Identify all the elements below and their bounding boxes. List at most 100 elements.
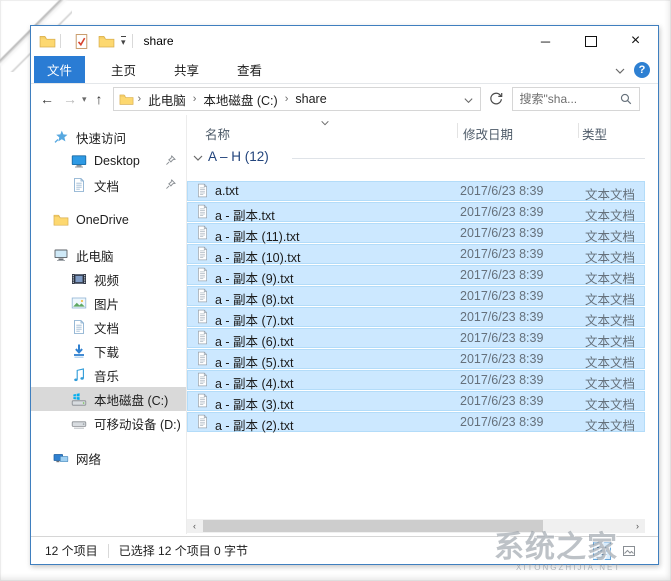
tab-文件[interactable]: 文件: [34, 56, 86, 83]
network-icon: [53, 450, 69, 466]
details-view-button[interactable]: [593, 542, 611, 560]
disk-icon: [71, 415, 87, 431]
file-modified-date: 2017/6/23 8:39: [460, 352, 544, 366]
file-row[interactable]: a - 副本 (5).txt 2017/6/23 8:39 文本文档: [187, 349, 645, 370]
sidebar-item-label: 视频: [94, 273, 120, 288]
ribbon-tabbar: 文件 主页 共享 查看 ?: [31, 56, 658, 84]
search-icon: [619, 92, 633, 106]
breadcrumb-item[interactable]: 本地磁盘 (C:): [200, 90, 280, 109]
horizontal-scrollbar[interactable]: ‹ ›: [187, 519, 645, 533]
text-file-icon: [195, 414, 210, 429]
search-box[interactable]: [511, 87, 640, 111]
sidebar-item-视频[interactable]: 视频: [31, 267, 186, 291]
text-file-icon: [195, 225, 210, 240]
sidebar-item-文档[interactable]: 文档: [31, 173, 186, 197]
sidebar-item-label: 此电脑: [76, 249, 114, 264]
sidebar-item-label: 图片: [94, 297, 120, 312]
group-collapse-chevron-icon[interactable]: [192, 151, 204, 163]
forward-button[interactable]: →: [63, 91, 77, 107]
sort-indicator-icon: [319, 117, 331, 127]
file-row[interactable]: a - 副本 (11).txt 2017/6/23 8:39 文本文档: [187, 223, 645, 244]
file-name: a - 副本 (4).txt: [215, 377, 294, 391]
sidebar-item-可移动设备 (D:)[interactable]: 可移动设备 (D:): [31, 411, 186, 435]
main-area: 快速访问 Desktop 文档 OneDrive 此电脑 视频 图片 文档 下载 音乐 本地磁盘 (…: [31, 115, 658, 534]
file-name: a - 副本 (6).txt: [215, 335, 294, 349]
file-modified-date: 2017/6/23 8:39: [460, 205, 544, 219]
file-name: a - 副本 (3).txt: [215, 398, 294, 412]
file-type: 文本文档: [585, 188, 636, 202]
picture-icon: [71, 295, 87, 311]
qat-new-folder-icon[interactable]: [98, 33, 115, 50]
address-dropdown-icon[interactable]: [463, 93, 474, 104]
minimize-button[interactable]: ─: [523, 26, 568, 56]
sidebar-item-此电脑[interactable]: 此电脑: [31, 243, 186, 267]
qat-customize-dropdown-icon[interactable]: ▾: [121, 36, 126, 47]
file-row[interactable]: a - 副本 (10).txt 2017/6/23 8:39 文本文档: [187, 244, 645, 265]
file-row[interactable]: a - 副本 (4).txt 2017/6/23 8:39 文本文档: [187, 370, 645, 391]
file-row[interactable]: a - 副本 (6).txt 2017/6/23 8:39 文本文档: [187, 328, 645, 349]
document-icon: [71, 319, 87, 335]
selection-summary: 已选择 12 个项目 0 字节: [118, 544, 249, 558]
scrollbar-thumb[interactable]: [203, 520, 543, 532]
address-bar[interactable]: › 此电脑 › 本地磁盘 (C:) › share: [112, 87, 481, 111]
sidebar-item-label: 可移动设备 (D:): [94, 417, 181, 432]
recent-locations-dropdown-icon[interactable]: ▾: [82, 94, 87, 105]
file-modified-date: 2017/6/23 8:39: [460, 184, 544, 198]
file-row[interactable]: a.txt 2017/6/23 8:39 文本文档: [187, 181, 645, 202]
file-type: 文本文档: [585, 335, 636, 349]
close-button[interactable]: ×: [613, 26, 658, 56]
computer-icon: [53, 247, 69, 263]
file-row[interactable]: a - 副本 (8).txt 2017/6/23 8:39 文本文档: [187, 286, 645, 307]
sidebar-item-快速访问[interactable]: 快速访问: [31, 125, 186, 149]
sidebar-item-图片[interactable]: 图片: [31, 291, 186, 315]
file-name: a - 副本 (7).txt: [215, 314, 294, 328]
breadcrumb-item[interactable]: share: [292, 92, 329, 106]
column-header-date[interactable]: 修改日期: [463, 124, 513, 143]
back-button[interactable]: ←: [40, 91, 54, 107]
tab-查看[interactable]: 查看: [225, 56, 274, 83]
sidebar-item-Desktop[interactable]: Desktop: [31, 149, 186, 173]
file-row[interactable]: a - 副本.txt 2017/6/23 8:39 文本文档: [187, 202, 645, 223]
titlebar: ▾ share ─ ×: [31, 26, 658, 56]
tab-共享[interactable]: 共享: [162, 56, 211, 83]
breadcrumb: › 此电脑 › 本地磁盘 (C:) › share: [134, 90, 330, 109]
file-row[interactable]: a - 副本 (3).txt 2017/6/23 8:39 文本文档: [187, 391, 645, 412]
search-input[interactable]: [512, 92, 617, 106]
breadcrumb-item[interactable]: 此电脑: [145, 90, 189, 109]
scroll-left-icon[interactable]: ‹: [187, 519, 202, 533]
group-rule: [292, 158, 645, 159]
sidebar-item-下载[interactable]: 下载: [31, 339, 186, 363]
column-divider[interactable]: [578, 123, 579, 138]
file-modified-date: 2017/6/23 8:39: [460, 268, 544, 282]
sidebar-item-label: 文档: [94, 179, 120, 194]
sidebar-item-网络[interactable]: 网络: [31, 446, 186, 470]
ribbon-right-controls: ?: [614, 56, 650, 83]
help-button[interactable]: ?: [634, 61, 650, 78]
file-type: 文本文档: [585, 419, 636, 433]
file-row[interactable]: a - 副本 (9).txt 2017/6/23 8:39 文本文档: [187, 265, 645, 286]
large-icons-view-button[interactable]: [620, 542, 638, 560]
up-button[interactable]: ↑: [96, 91, 103, 107]
sidebar-item-音乐[interactable]: 音乐: [31, 363, 186, 387]
qat-properties-icon[interactable]: [73, 33, 90, 50]
monitor-icon: [71, 153, 87, 169]
sidebar-item-OneDrive[interactable]: OneDrive: [31, 208, 186, 232]
file-row[interactable]: a - 副本 (2).txt 2017/6/23 8:39 文本文档: [187, 412, 645, 433]
sidebar-item-本地磁盘 (C:)[interactable]: 本地磁盘 (C:): [31, 387, 186, 411]
file-modified-date: 2017/6/23 8:39: [460, 226, 544, 240]
column-header-type[interactable]: 类型: [582, 124, 607, 143]
maximize-button[interactable]: [568, 26, 613, 56]
tab-主页[interactable]: 主页: [99, 56, 148, 83]
scroll-right-icon[interactable]: ›: [630, 519, 645, 533]
refresh-icon[interactable]: [488, 91, 504, 107]
text-file-icon: [195, 393, 210, 408]
group-header[interactable]: A – H (12): [187, 147, 645, 167]
column-header-name[interactable]: 名称: [205, 124, 230, 143]
expand-ribbon-icon[interactable]: [614, 64, 626, 76]
address-folder-icon: [119, 92, 134, 107]
file-row[interactable]: a - 副本 (7).txt 2017/6/23 8:39 文本文档: [187, 307, 645, 328]
sidebar-item-label: 网络: [76, 452, 102, 467]
sidebar-item-文档[interactable]: 文档: [31, 315, 186, 339]
column-divider[interactable]: [457, 123, 458, 138]
file-modified-date: 2017/6/23 8:39: [460, 331, 544, 345]
